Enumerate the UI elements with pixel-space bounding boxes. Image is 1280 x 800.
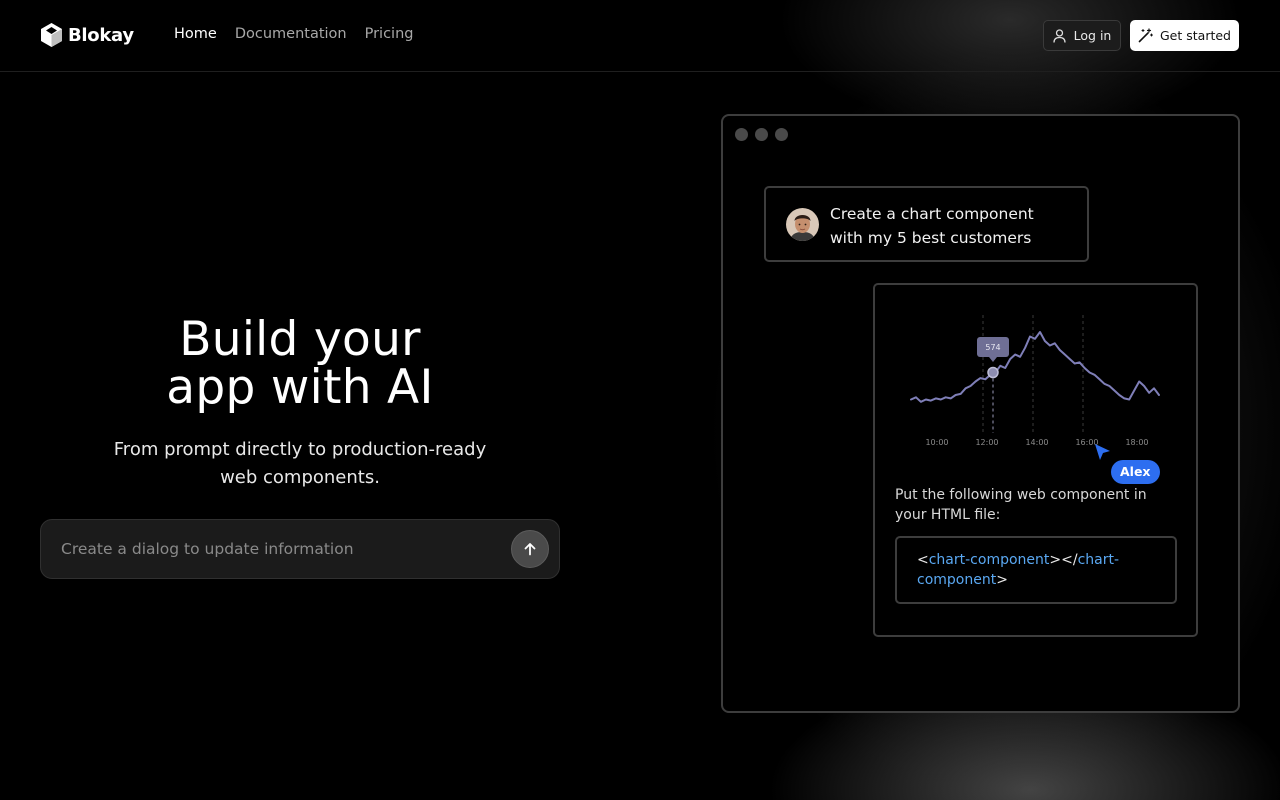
chart-marker-point — [987, 366, 999, 379]
nav-links: Home Documentation Pricing — [174, 26, 413, 42]
chart-tooltip-label: 574 — [985, 343, 1000, 352]
chart-x-tick: 18:00 — [1125, 438, 1148, 447]
hero-title-line-2: app with AI — [166, 360, 434, 415]
get-started-label: Get started — [1160, 28, 1231, 43]
send-button[interactable] — [511, 530, 549, 568]
code-close-tag-part-1: chart- — [1077, 552, 1120, 568]
chart-tooltip-arrow — [989, 357, 997, 362]
hero-subtitle: From prompt directly to production-ready… — [40, 436, 560, 492]
top-navbar: Blokay Home Documentation Pricing Log in… — [0, 0, 1280, 72]
result-instruction: Put the following web component in your … — [895, 487, 1147, 523]
demo-window: Create a chart component with my 5 best … — [721, 114, 1240, 713]
collaborator-badge: Alex — [1111, 460, 1160, 484]
code-open-tag: chart-component — [928, 552, 1050, 568]
brand-name: Blokay — [68, 24, 134, 46]
code-close-tag-part-2: component — [917, 572, 997, 588]
chart-x-tick: 10:00 — [925, 438, 948, 447]
login-button[interactable]: Log in — [1043, 20, 1121, 51]
nav-link-home[interactable]: Home — [174, 26, 217, 42]
avatar — [786, 208, 819, 241]
get-started-button[interactable]: Get started — [1130, 20, 1239, 51]
prompt-input[interactable] — [61, 534, 491, 564]
hero-subtitle-line-1: From prompt directly to production-ready — [113, 439, 487, 460]
chart-x-tick: 14:00 — [1025, 438, 1048, 447]
arrow-up-icon — [524, 543, 536, 556]
chat-message-line-1: Create a chart component — [830, 205, 1034, 223]
mouse-pointer-icon — [1095, 444, 1110, 460]
window-controls — [735, 128, 788, 141]
hero-subtitle-line-2: web components. — [220, 467, 380, 488]
hero-title-line-1: Build your — [179, 312, 421, 367]
user-avatar-icon — [786, 208, 819, 241]
user-icon — [1052, 28, 1066, 43]
code-middle: ></ — [1049, 552, 1078, 568]
result-card: 10:00 12:00 14:00 16:00 18:00 574 Alex Put t… — [873, 283, 1198, 637]
login-label: Log in — [1073, 28, 1112, 43]
brand-logo[interactable]: Blokay — [40, 22, 134, 48]
chat-message: Create a chart component with my 5 best … — [764, 186, 1089, 262]
chart-x-axis: 10:00 12:00 14:00 16:00 18:00 — [925, 438, 1148, 447]
chat-message-text: Create a chart component with my 5 best … — [830, 202, 1080, 250]
prompt-box — [40, 519, 560, 579]
code-snippet[interactable]: <chart-component></chart-component> — [895, 536, 1177, 604]
cube-logo-icon — [41, 23, 62, 47]
window-dot-minimize — [755, 128, 768, 141]
line-chart: 10:00 12:00 14:00 16:00 18:00 574 — [910, 315, 1160, 447]
chat-message-line-2: with my 5 best customers — [830, 229, 1032, 247]
nav-link-pricing[interactable]: Pricing — [365, 26, 414, 42]
chart-line-series — [910, 331, 1160, 403]
window-dot-maximize — [775, 128, 788, 141]
magic-wand-icon — [1138, 28, 1153, 43]
window-dot-close — [735, 128, 748, 141]
code-gt: > — [996, 572, 1008, 588]
code-lt: < — [917, 552, 929, 568]
nav-link-documentation[interactable]: Documentation — [235, 26, 347, 42]
hero-title: Build your app with AI — [40, 316, 560, 412]
chart-x-tick: 12:00 — [975, 438, 998, 447]
